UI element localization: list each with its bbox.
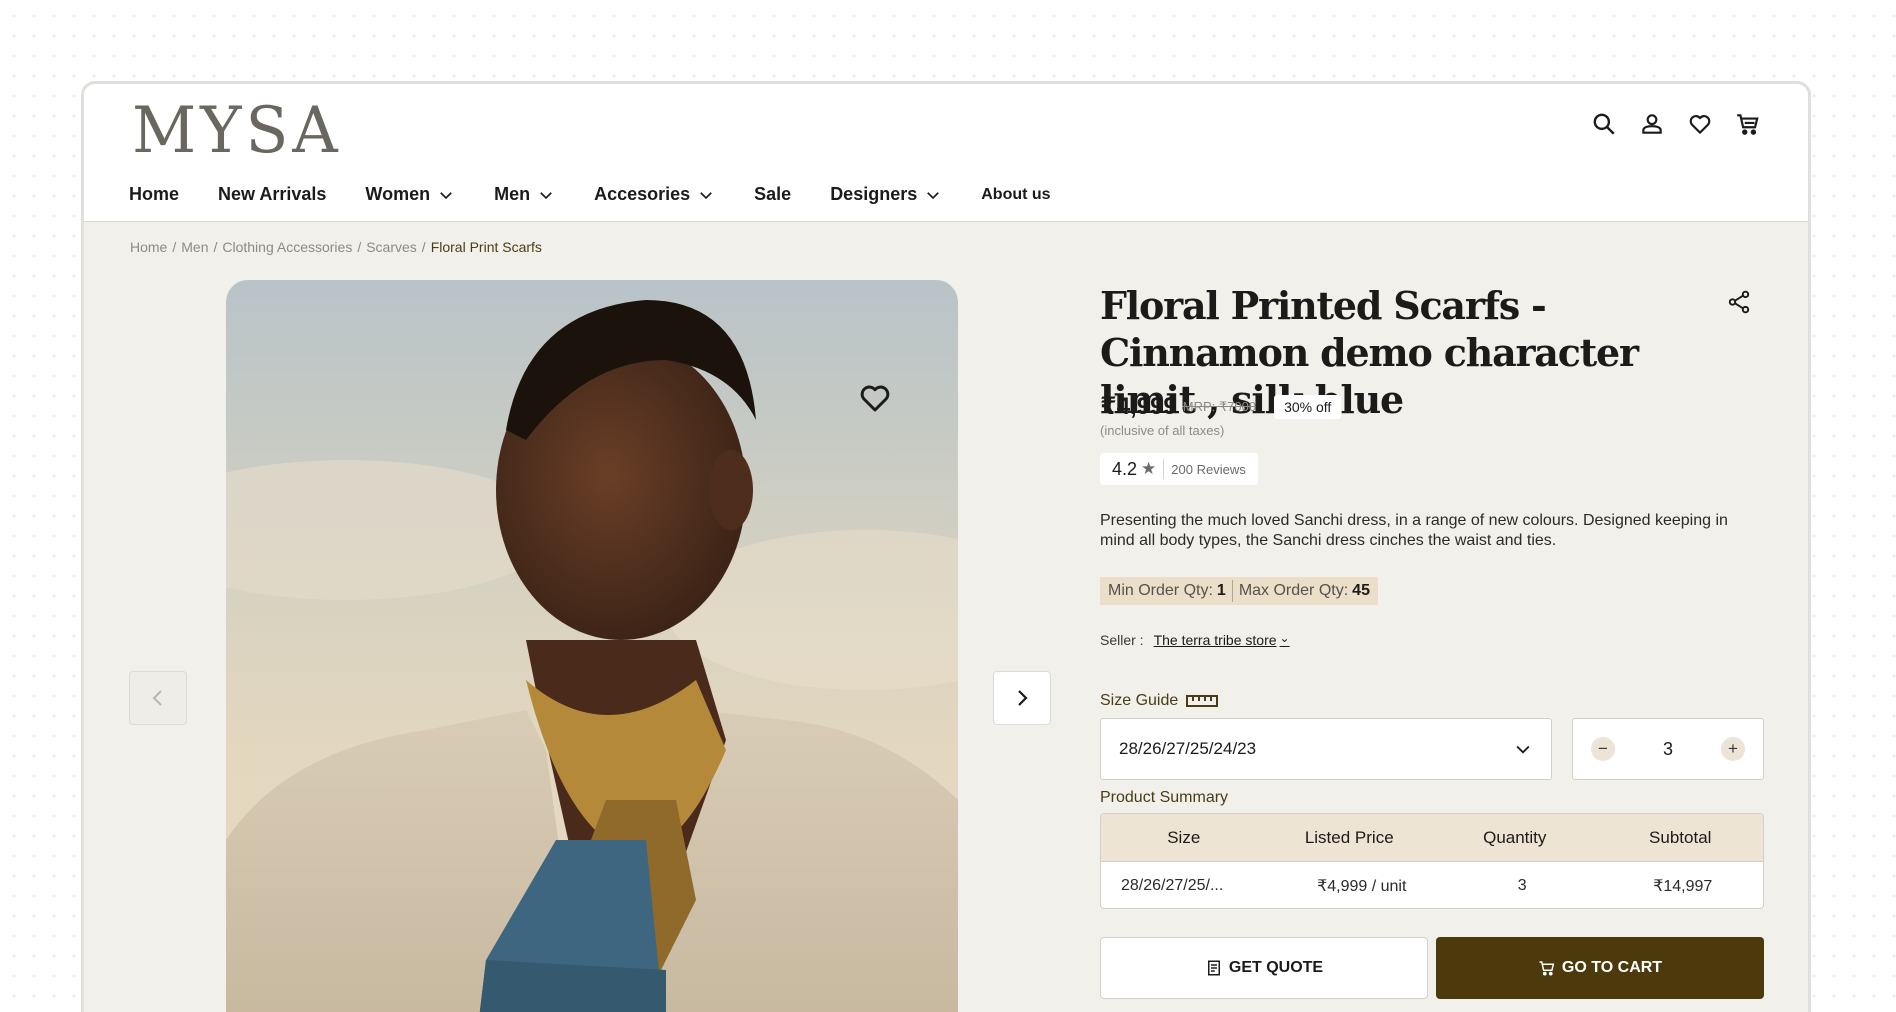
size-selected-value: 28/26/27/25/24/23 [1119, 739, 1257, 758]
seller-label: Seller : [1100, 632, 1144, 648]
brand-logo[interactable]: MYSA [132, 94, 342, 168]
table-header-size: Size [1167, 827, 1201, 847]
table-cell-quantity: 3 [1517, 877, 1527, 894]
ruler-icon [1186, 695, 1219, 707]
chevron-right-icon [1018, 690, 1028, 706]
nav-women-label: Women [365, 184, 431, 204]
nav-women[interactable]: Women [365, 184, 455, 205]
table-cell-subtotal: ₹14,997 [1653, 878, 1713, 895]
breadcrumb-separator: / [172, 239, 177, 255]
table-header-quantity: Quantity [1483, 827, 1547, 847]
cart-icon[interactable] [1734, 110, 1762, 138]
discount-badge: 30% off [1274, 394, 1342, 419]
nav-men-label: Men [494, 184, 531, 204]
rating-divider [1163, 459, 1165, 479]
user-icon[interactable] [1638, 110, 1666, 138]
breadcrumb-separator: / [421, 239, 426, 255]
star-icon: ★ [1141, 459, 1157, 478]
breadcrumb-separator: / [213, 239, 218, 255]
seller-link[interactable]: The terra tribe store [1154, 632, 1290, 648]
order-qty-limits: Min Order Qty: 1 Max Order Qty: 45 [1100, 577, 1378, 605]
breadcrumb-current: Floral Print Scarfs [430, 239, 542, 255]
price-row: ₹4,999 MRP: ₹7000 30% off [1100, 392, 1342, 421]
table-header-listed-price: Listed Price [1304, 827, 1394, 847]
nav-new-arrivals[interactable]: New Arrivals [218, 184, 326, 205]
cart-icon [1539, 961, 1555, 976]
product-photo [226, 300, 958, 1012]
breadcrumb-men[interactable]: Men [181, 239, 208, 255]
nav-new-arrivals-label: New Arrivals [218, 184, 327, 204]
quantity-stepper: − 3 + [1572, 718, 1764, 780]
chevron-down-icon [700, 191, 712, 199]
go-to-cart-button[interactable]: GO TO CART [1436, 937, 1764, 999]
nav-designers-label: Designers [830, 184, 918, 204]
increase-qty-button[interactable]: + [1720, 737, 1745, 761]
nav-home[interactable]: Home [129, 184, 179, 205]
max-qty-label: Max Order Qty: [1238, 582, 1349, 599]
search-icon[interactable] [1590, 110, 1618, 138]
product-image[interactable] [226, 280, 958, 1012]
table-header-subtotal: Subtotal [1649, 827, 1712, 847]
breadcrumb-clothing-accessories[interactable]: Clothing Accessories [222, 239, 352, 255]
size-guide-link[interactable]: Size Guide [1100, 692, 1219, 710]
go-to-cart-label: GO TO CART [1561, 959, 1663, 976]
rating-value: 4.2 [1112, 458, 1138, 479]
breadcrumb-separator: / [357, 239, 362, 255]
table-cell-size: 28/26/27/25/... [1121, 877, 1224, 894]
price: ₹4,999 [1100, 393, 1177, 420]
header: MYSA Home New Arrivals Women Men Accesor… [84, 84, 1808, 222]
document-icon [1207, 960, 1220, 976]
chevron-down-icon [927, 191, 940, 199]
table-header-row: Size Listed Price Quantity Subtotal [1101, 814, 1763, 862]
breadcrumb-scarves[interactable]: Scarves [366, 239, 417, 255]
breadcrumb: Home / Men / Clothing Accessories / Scar… [130, 239, 542, 255]
qty-divider [1231, 580, 1233, 602]
product-description: Presenting the much loved Sanchi dress, … [1100, 512, 1728, 549]
share-icon[interactable] [1726, 289, 1752, 315]
breadcrumb-home[interactable]: Home [130, 239, 167, 255]
wishlist-heart-icon[interactable] [857, 380, 893, 416]
product-summary-table: Size Listed Price Quantity Subtotal 28/2… [1100, 813, 1764, 909]
product-summary-label: Product Summary [1100, 789, 1229, 806]
mrp: MRP: ₹7000 [1182, 398, 1257, 414]
chevron-left-icon [152, 690, 162, 706]
size-dropdown[interactable]: 28/26/27/25/24/23 [1100, 718, 1552, 780]
get-quote-label: GET QUOTE [1228, 959, 1324, 976]
nav-accesories-label: Accesories [594, 184, 691, 204]
prev-image-button[interactable] [129, 671, 187, 725]
chevron-down-icon [440, 191, 452, 199]
review-count: 200 Reviews [1171, 461, 1246, 477]
table-row: 28/26/27/25/... ₹4,999 / unit 3 ₹14,997 [1101, 862, 1763, 908]
nav-home-label: Home [129, 184, 180, 204]
heart-icon[interactable] [1686, 110, 1714, 138]
nav-designers[interactable]: Designers [830, 184, 942, 205]
seller-row: Seller : The terra tribe store [1100, 632, 1290, 648]
nav-about[interactable]: About us [981, 186, 1050, 204]
next-image-button[interactable] [993, 671, 1051, 725]
main-nav: Home New Arrivals Women Men Accesories S… [129, 184, 1090, 205]
header-icons [1590, 110, 1762, 138]
min-qty-value: 1 [1216, 582, 1226, 599]
quantity-value[interactable]: 3 [1663, 739, 1673, 760]
rating-badge[interactable]: 4.2 ★ 200 Reviews [1100, 453, 1258, 485]
chevron-down-icon [1516, 745, 1530, 754]
nav-about-label: About us [981, 185, 1051, 203]
nav-accesories[interactable]: Accesories [594, 184, 715, 205]
size-guide-label: Size Guide [1100, 692, 1179, 709]
nav-sale-label: Sale [754, 184, 792, 204]
decrease-qty-button[interactable]: − [1591, 737, 1615, 761]
tax-note: (inclusive of all taxes) [1100, 423, 1225, 438]
chevron-down-icon [540, 191, 552, 199]
get-quote-button[interactable]: GET QUOTE [1100, 937, 1428, 999]
table-cell-listed-price: ₹4,999 / unit [1317, 878, 1407, 895]
min-qty-label: Min Order Qty: [1108, 582, 1213, 599]
nav-men[interactable]: Men [494, 184, 555, 205]
max-qty-value: 45 [1352, 582, 1370, 599]
page-frame: MYSA Home New Arrivals Women Men Accesor… [81, 81, 1811, 1012]
nav-sale[interactable]: Sale [754, 184, 791, 205]
